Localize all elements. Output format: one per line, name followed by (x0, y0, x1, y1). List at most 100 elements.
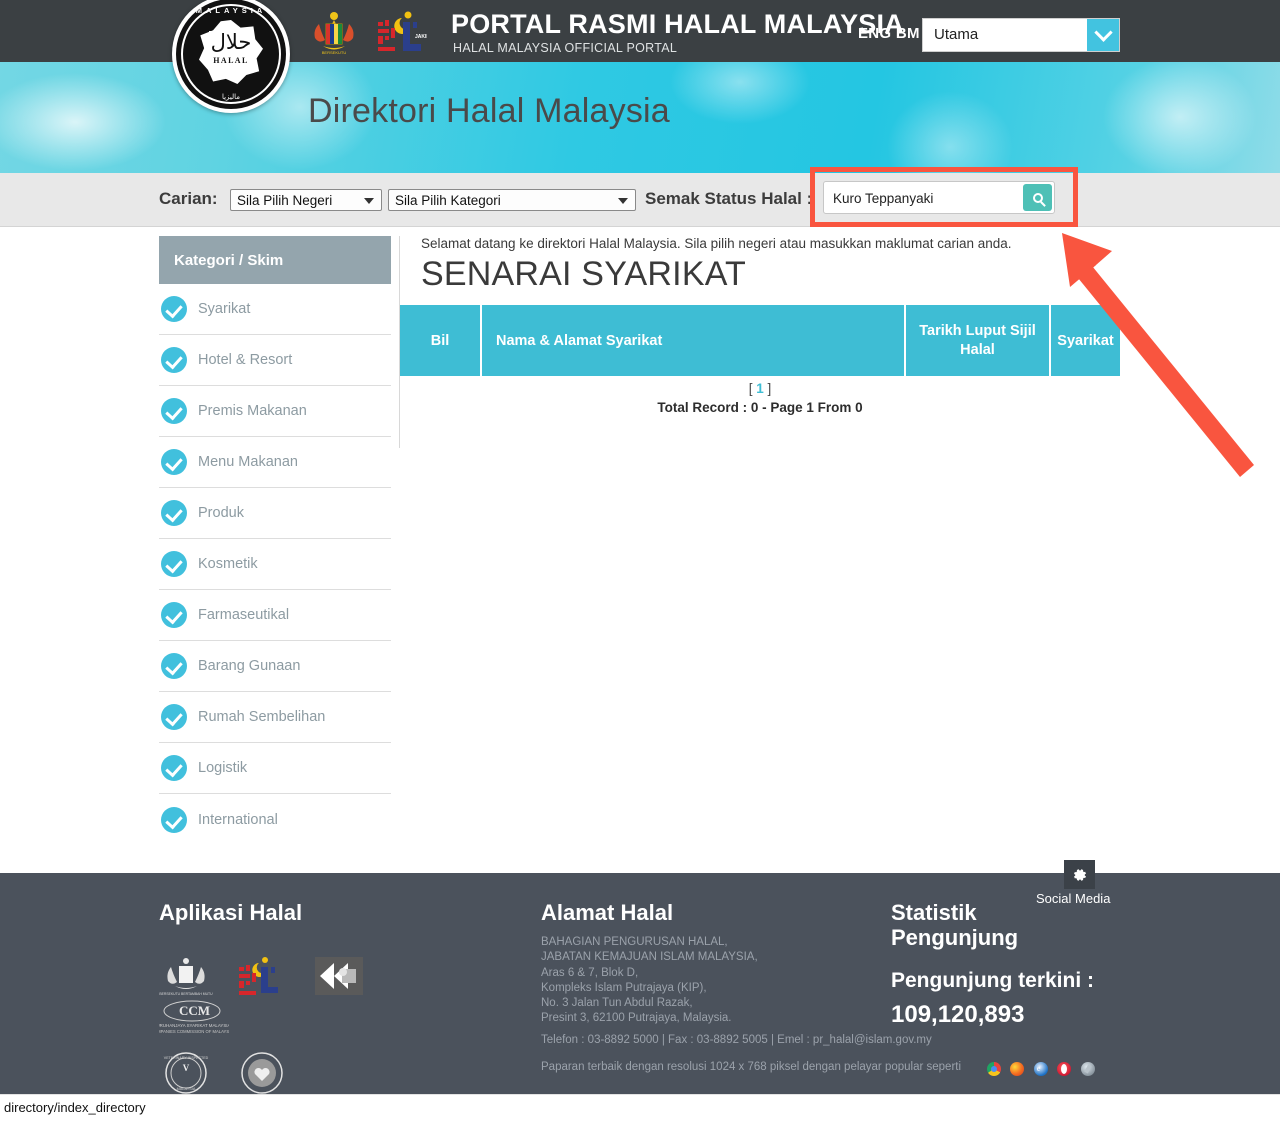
pagination: [ 1 ] (400, 381, 1120, 396)
browser-icons: e (987, 1060, 1100, 1078)
check-circle-icon (161, 398, 187, 424)
sidebar-item-kosmetik[interactable]: Kosmetik (159, 539, 391, 590)
column-header-bil: Bil (430, 332, 450, 349)
search-label: Carian: (159, 189, 218, 208)
jata-negara-emblem-icon: BERSEKUTU (305, 8, 363, 56)
svg-text:CCM: CCM (179, 1003, 210, 1018)
chrome-icon (987, 1061, 1001, 1076)
sidebar-item-label: Syarikat (198, 301, 251, 317)
pagination-bracket-open: [ (748, 381, 753, 396)
visitor-count-value: 109,120,893 (891, 1001, 1025, 1028)
sidebar-item-label: Premis Makanan (198, 403, 307, 419)
logo-arc-text: MALAYSIA (195, 6, 267, 15)
check-circle-icon (161, 806, 187, 833)
sidebar-item-syarikat[interactable]: Syarikat (159, 284, 391, 335)
footer-resolution-note: Paparan terbaik dengan resolusi 1024 x 7… (541, 1061, 962, 1073)
visitor-count-label: Pengunjung terkini : (891, 969, 1094, 992)
svg-text:SURUHANJAYA SYARIKAT MALAYSIA: SURUHANJAYA SYARIKAT MALAYSIA (159, 1023, 229, 1028)
safari-icon (1080, 1061, 1095, 1076)
logo-halal-word: HALAL (213, 56, 249, 65)
chevron-down-icon (364, 198, 374, 204)
opera-icon (1057, 1061, 1072, 1076)
footer-statistics-title: Statistik Pengunjung (891, 900, 1019, 951)
sidebar-item-logistik[interactable]: Logistik (159, 743, 391, 794)
sidebar-item-international[interactable]: International (159, 794, 391, 845)
logo-arabic-text: حلال (210, 30, 252, 54)
sidebar-item-menu-makanan[interactable]: Menu Makanan (159, 437, 391, 488)
svg-text:JAKIM: JAKIM (415, 34, 427, 40)
search-highlight-annotation (810, 167, 1078, 227)
footer-contact: Telefon : 03-8892 5000 | Fax : 03-8892 5… (541, 1034, 932, 1046)
column-header-syarikat: Syarikat (1049, 305, 1120, 376)
language-toggle[interactable]: ENG BM (858, 25, 920, 42)
sidebar-item-barang-gunaan[interactable]: Barang Gunaan (159, 641, 391, 692)
jata-negara-logo-icon[interactable]: BERSEKUTU BERTAMBAH MUTU (159, 955, 213, 997)
check-circle-icon (161, 500, 187, 526)
kpdnhep-logo-icon[interactable] (235, 1051, 289, 1094)
internet-explorer-icon: e (1033, 1061, 1048, 1076)
svg-text:COMPANIES COMMISSION OF MALAYS: COMPANIES COMMISSION OF MALAYSIA (159, 1029, 229, 1034)
check-circle-icon (161, 602, 187, 628)
check-circle-icon (161, 755, 187, 781)
chevron-down-icon (618, 198, 628, 204)
lang-bm-link[interactable]: BM (896, 25, 920, 42)
sidebar-header-label: Kategori / Skim (174, 251, 284, 269)
portal-subtitle: HALAL MALAYSIA OFFICIAL PORTAL (453, 41, 678, 55)
state-select[interactable]: Sila Pilih Negeri (230, 189, 382, 211)
sidebar-item-label: Rumah Sembelihan (198, 709, 326, 725)
jakim-logo-icon: JAKIM (375, 8, 431, 56)
logo-bottom-text: ماليزيا (221, 93, 241, 101)
sidebar-item-label: Hotel & Resort (198, 352, 293, 368)
sidebar-item-farmaseutikal[interactable]: Farmaseutikal (159, 590, 391, 641)
svg-text:MALAYSIA: MALAYSIA (177, 1087, 196, 1091)
check-circle-icon (161, 551, 187, 577)
column-header-nama: Nama & Alamat Syarikat (480, 305, 904, 376)
sidebar-item-label: Logistik (198, 760, 248, 776)
sidebar-item-premis-makanan[interactable]: Premis Makanan (159, 386, 391, 437)
footer-address-title: Alamat Halal (541, 900, 674, 925)
svg-text:BERSEKUTU: BERSEKUTU (322, 50, 347, 55)
main-nav-select-value: Utama (934, 26, 979, 43)
halal-malaysia-logo-icon: MALAYSIA حلال HALAL ماليزيا (172, 0, 290, 113)
sidebar-item-rumah-sembelihan[interactable]: Rumah Sembelihan (159, 692, 391, 743)
svg-text:V: V (183, 1063, 190, 1073)
svg-text:VETERINARY INSPECTED: VETERINARY INSPECTED (164, 1056, 209, 1060)
pagination-bracket-close: ] (767, 381, 772, 396)
sidebar-header: Kategori / Skim (159, 236, 391, 284)
category-select[interactable]: Sila Pilih Kategori (388, 189, 636, 211)
search-toolbar: Carian: Sila Pilih Negeri Sila Pilih Kat… (0, 173, 1280, 227)
mygov-logo-icon[interactable] (312, 955, 366, 997)
ccm-logo-icon[interactable]: CCM SURUHANJAYA SYARIKAT MALAYSIA COMPAN… (151, 997, 233, 1039)
sidebar-item-label: International (198, 811, 278, 828)
column-header-tarikh: Tarikh Luput Sijil Halal (904, 305, 1049, 376)
sidebar-item-produk[interactable]: Produk (159, 488, 391, 539)
halal-directory-page: BERSEKUTU JAKIM PORTAL RASMI HALAL MALAY… (0, 0, 1280, 1121)
portal-title: PORTAL RASMI HALAL MALAYSIA (451, 9, 904, 39)
state-select-value: Sila Pilih Negeri (237, 193, 333, 208)
pagination-page-1[interactable]: 1 (756, 381, 764, 396)
agency-logos: BERSEKUTU BERTAMBAH MUTU CCM SURUHANJAYA… (151, 955, 449, 1094)
check-circle-icon (161, 347, 187, 373)
chevron-down-icon[interactable] (1087, 19, 1119, 51)
check-circle-icon (161, 296, 187, 322)
results-heading: SENARAI SYARIKAT (421, 255, 747, 293)
status-bar-url: directory/index_directory (4, 1100, 146, 1115)
footer-apps-title: Aplikasi Halal (159, 900, 303, 925)
results-table-header: Bil Nama & Alamat Syarikat Tarikh Luput … (400, 305, 1120, 376)
sidebar-item-label: Menu Makanan (198, 454, 298, 470)
jakim-logo-icon[interactable] (235, 955, 289, 997)
firefox-icon (1010, 1061, 1025, 1076)
sidebar-item-label: Farmaseutikal (198, 607, 290, 623)
page-title: Direktori Halal Malaysia (308, 92, 670, 130)
total-record-text: Total Record : 0 - Page 1 From 0 (657, 400, 863, 415)
social-media-button[interactable] (1064, 860, 1095, 889)
svg-text:BERSEKUTU BERTAMBAH MUTU: BERSEKUTU BERTAMBAH MUTU (159, 992, 213, 996)
sidebar-item-label: Kosmetik (198, 556, 258, 572)
main-nav-select[interactable]: Utama (922, 18, 1120, 52)
check-halal-status-label: Semak Status Halal : (645, 189, 813, 208)
sidebar-item-hotel-resort[interactable]: Hotel & Resort (159, 335, 391, 386)
category-sidebar: Kategori / Skim Syarikat Hotel & Resort … (159, 236, 391, 845)
veterinary-services-logo-icon[interactable]: V VETERINARY INSPECTED MALAYSIA (159, 1051, 213, 1094)
check-circle-icon (161, 704, 187, 730)
lang-eng-link[interactable]: ENG (858, 25, 891, 42)
